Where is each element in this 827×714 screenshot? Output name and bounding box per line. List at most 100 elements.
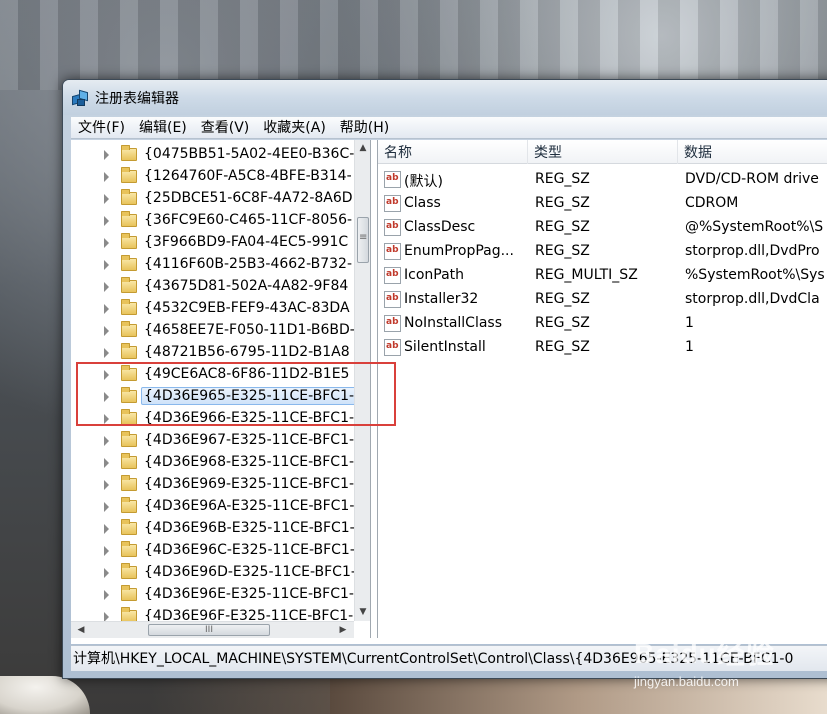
folder-icon bbox=[121, 299, 137, 315]
tree-item[interactable]: {48721B56-6795-11D2-B1A8 bbox=[71, 342, 354, 364]
value-row[interactable]: ab EnumPropPag... REG_SZ storprop.dll,DvdPr… bbox=[378, 240, 827, 264]
scroll-left-arrow-icon[interactable]: ◀ bbox=[73, 622, 89, 638]
string-value-icon: ab bbox=[384, 219, 401, 236]
expand-arrow-icon[interactable] bbox=[104, 150, 109, 160]
string-value-icon: ab bbox=[384, 339, 401, 356]
expand-arrow-icon[interactable] bbox=[104, 568, 109, 578]
tree-item[interactable]: {4D36E96B-E325-11CE-BFC1- bbox=[71, 518, 354, 540]
value-name: ClassDesc bbox=[404, 219, 476, 235]
tree-hscroll-thumb[interactable]: III bbox=[148, 624, 270, 636]
value-row[interactable]: ab Installer32 REG_SZ storprop.dll,DvdCla bbox=[378, 288, 827, 312]
tree-item[interactable]: {4532C9EB-FEF9-43AC-83DA bbox=[71, 298, 354, 320]
value-row[interactable]: ab NoInstallClass REG_SZ 1 bbox=[378, 312, 827, 336]
expand-arrow-icon[interactable] bbox=[104, 436, 109, 446]
tree-vscroll-thumb[interactable] bbox=[357, 217, 369, 263]
tree-item[interactable]: {4D36E96D-E325-11CE-BFC1- bbox=[71, 562, 354, 584]
folder-icon bbox=[121, 519, 137, 535]
value-list-pane: 名称 类型 数据 ab (默认) REG_SZ DVD/CD-ROM drive ab C… bbox=[377, 140, 827, 638]
tree-item[interactable]: {1264760F-A5C8-4BFE-B314- bbox=[71, 166, 354, 188]
value-data: CDROM bbox=[685, 195, 739, 211]
menu-file[interactable]: 文件(F) bbox=[71, 117, 132, 139]
folder-icon bbox=[121, 343, 137, 359]
regedit-app-icon bbox=[71, 89, 89, 107]
tree-item-label: {43675D81-502A-4A82-9F84 bbox=[144, 278, 349, 294]
expand-arrow-icon[interactable] bbox=[104, 348, 109, 358]
expand-arrow-icon[interactable] bbox=[104, 590, 109, 600]
expand-arrow-icon[interactable] bbox=[104, 502, 109, 512]
value-row[interactable]: ab SilentInstall REG_SZ 1 bbox=[378, 336, 827, 360]
value-type: REG_SZ bbox=[535, 315, 590, 331]
folder-icon bbox=[121, 189, 137, 205]
background-cup bbox=[0, 676, 90, 714]
expand-arrow-icon[interactable] bbox=[104, 216, 109, 226]
scroll-down-arrow-icon[interactable]: ▼ bbox=[355, 604, 370, 621]
value-data: 1 bbox=[685, 339, 694, 355]
column-header-data[interactable]: 数据 bbox=[678, 140, 827, 164]
tree-item-label: {4D36E967-E325-11CE-BFC1- bbox=[144, 432, 354, 448]
menu-favorites[interactable]: 收藏夹(A) bbox=[256, 117, 333, 139]
value-row[interactable]: ab Class REG_SZ CDROM bbox=[378, 192, 827, 216]
menu-edit[interactable]: 编辑(E) bbox=[132, 117, 194, 139]
expand-arrow-icon[interactable] bbox=[104, 326, 109, 336]
expand-arrow-icon[interactable] bbox=[104, 304, 109, 314]
tree-item-label: {4532C9EB-FEF9-43AC-83DA bbox=[144, 300, 350, 316]
tree-item[interactable]: {0475BB51-5A02-4EE0-B36C- bbox=[71, 144, 354, 166]
column-header-type[interactable]: 类型 bbox=[528, 140, 678, 164]
value-name: SilentInstall bbox=[404, 339, 486, 355]
value-type: REG_MULTI_SZ bbox=[535, 267, 638, 283]
background-blinds bbox=[0, 0, 827, 90]
expand-arrow-icon[interactable] bbox=[104, 238, 109, 248]
tree-item[interactable]: {4D36E968-E325-11CE-BFC1- bbox=[71, 452, 354, 474]
window-title: 注册表编辑器 bbox=[95, 90, 179, 107]
folder-icon bbox=[121, 145, 137, 161]
folder-icon bbox=[121, 167, 137, 183]
tree-item[interactable]: {4658EE7E-F050-11D1-B6BD- bbox=[71, 320, 354, 342]
tree-item-label: {4D36E96C-E325-11CE-BFC1- bbox=[144, 542, 354, 558]
column-header-name[interactable]: 名称 bbox=[378, 140, 528, 164]
tree-item[interactable]: {4D36E96C-E325-11CE-BFC1- bbox=[71, 540, 354, 562]
tree-item[interactable]: {4D36E969-E325-11CE-BFC1- bbox=[71, 474, 354, 496]
expand-arrow-icon[interactable] bbox=[104, 282, 109, 292]
tree-item-label: {4D36E96B-E325-11CE-BFC1- bbox=[144, 520, 354, 536]
tree-item[interactable]: {4D36E96E-E325-11CE-BFC1- bbox=[71, 584, 354, 606]
value-row[interactable]: ab (默认) REG_SZ DVD/CD-ROM drive bbox=[378, 168, 827, 192]
expand-arrow-icon[interactable] bbox=[104, 260, 109, 270]
string-value-icon: ab bbox=[384, 267, 401, 284]
tree-item[interactable]: {25DBCE51-6C8F-4A72-8A6D bbox=[71, 188, 354, 210]
expand-arrow-icon[interactable] bbox=[104, 194, 109, 204]
tree-item-label: {4D36E96E-E325-11CE-BFC1- bbox=[144, 586, 354, 602]
scroll-right-arrow-icon[interactable]: ▶ bbox=[335, 622, 351, 638]
menu-help[interactable]: 帮助(H) bbox=[333, 117, 396, 139]
folder-icon bbox=[121, 321, 137, 337]
tree-horizontal-scrollbar[interactable]: ◀ III ▶ bbox=[71, 621, 354, 638]
value-row[interactable]: ab IconPath REG_MULTI_SZ %SystemRoot%\Sys bbox=[378, 264, 827, 288]
value-type: REG_SZ bbox=[535, 219, 590, 235]
scroll-up-arrow-icon[interactable]: ▲ bbox=[355, 140, 370, 157]
expand-arrow-icon[interactable] bbox=[104, 458, 109, 468]
expand-arrow-icon[interactable] bbox=[104, 172, 109, 182]
menu-view[interactable]: 查看(V) bbox=[194, 117, 257, 139]
value-row[interactable]: ab ClassDesc REG_SZ @%SystemRoot%\S bbox=[378, 216, 827, 240]
tree-item[interactable]: {3F966BD9-FA04-4EC5-991C bbox=[71, 232, 354, 254]
tree-item[interactable]: {4D36E967-E325-11CE-BFC1- bbox=[71, 430, 354, 452]
expand-arrow-icon[interactable] bbox=[104, 480, 109, 490]
string-value-icon: ab bbox=[384, 195, 401, 212]
tree-item[interactable]: {36FC9E60-C465-11CF-8056- bbox=[71, 210, 354, 232]
value-name: (默认) bbox=[404, 174, 443, 190]
folder-icon bbox=[121, 431, 137, 447]
value-type: REG_SZ bbox=[535, 243, 590, 259]
value-data: DVD/CD-ROM drive bbox=[685, 171, 819, 187]
folder-icon bbox=[121, 541, 137, 557]
tree-item[interactable]: {43675D81-502A-4A82-9F84 bbox=[71, 276, 354, 298]
tree-item[interactable]: {4D36E96A-E325-11CE-BFC1- bbox=[71, 496, 354, 518]
tree-item-label: {36FC9E60-C465-11CF-8056- bbox=[144, 212, 353, 228]
value-data: %SystemRoot%\Sys bbox=[685, 267, 825, 283]
title-bar[interactable]: 注册表编辑器 bbox=[63, 80, 827, 115]
folder-icon bbox=[121, 497, 137, 513]
folder-icon bbox=[121, 475, 137, 491]
expand-arrow-icon[interactable] bbox=[104, 524, 109, 534]
tree-item[interactable]: {4116F60B-25B3-4662-B732- bbox=[71, 254, 354, 276]
expand-arrow-icon[interactable] bbox=[104, 546, 109, 556]
menu-bar: 文件(F) 编辑(E) 查看(V) 收藏夹(A) 帮助(H) bbox=[71, 117, 827, 139]
string-value-icon: ab bbox=[384, 171, 401, 188]
